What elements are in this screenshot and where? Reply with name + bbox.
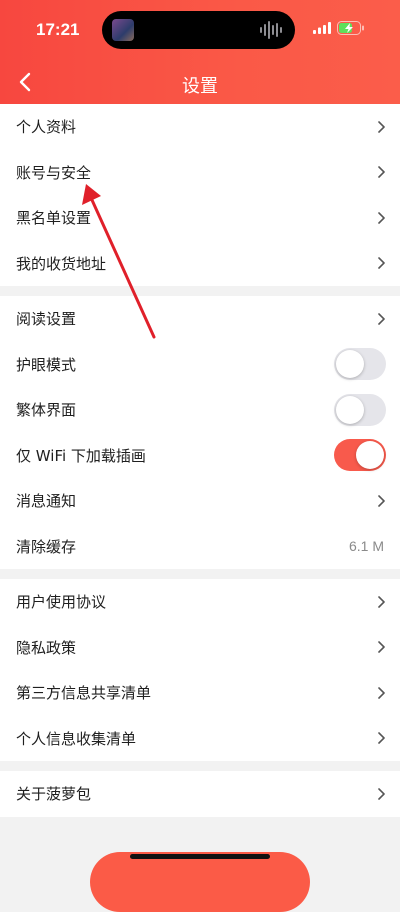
status-bar: 17:21 [0, 0, 400, 58]
chevron-right-icon [378, 595, 385, 608]
chevron-right-icon [378, 211, 385, 224]
waveform-icon [260, 21, 282, 39]
page-title: 设置 [182, 76, 218, 97]
settings-item-user-agreement[interactable]: 用户使用协议 [0, 579, 400, 625]
settings-item-label: 隐私政策 [16, 638, 77, 657]
settings-item-reading[interactable]: 阅读设置 [0, 296, 400, 342]
settings-group-account: 个人资料 账号与安全 黑名单设置 我的收货地址 [0, 104, 400, 286]
settings-item-account-security[interactable]: 账号与安全 [0, 150, 400, 196]
settings-item-label: 关于菠萝包 [16, 785, 92, 804]
settings-item-notifications[interactable]: 消息通知 [0, 478, 400, 524]
toggle-knob [336, 350, 364, 379]
battery-charging-icon [337, 21, 364, 35]
settings-item-label: 账号与安全 [16, 163, 92, 182]
settings-item-label: 繁体界面 [16, 401, 77, 420]
home-indicator [130, 854, 270, 859]
settings-item-label: 个人信息收集清单 [16, 729, 137, 748]
settings-item-clear-cache[interactable]: 清除缓存 6.1 M [0, 524, 400, 570]
settings-group-legal: 用户使用协议 隐私政策 第三方信息共享清单 个人信息收集清单 [0, 579, 400, 761]
cache-size-value: 6.1 M [348, 538, 384, 555]
settings-list: 个人资料 账号与安全 黑名单设置 我的收货地址 阅读设置 护眼模式 繁体界面 仅… [0, 104, 400, 827]
settings-item-label: 仅 WiFi 下加载插画 [16, 446, 146, 465]
settings-item-label: 阅读设置 [16, 310, 77, 329]
settings-item-eye-protection: 护眼模式 [0, 342, 400, 388]
settings-item-traditional-chinese: 繁体界面 [0, 387, 400, 433]
chevron-right-icon [378, 166, 385, 179]
settings-group-reading: 阅读设置 护眼模式 繁体界面 仅 WiFi 下加载插画 消息通知 清除缓存 6.… [0, 296, 400, 569]
chevron-right-icon [378, 120, 385, 133]
status-time: 17:21 [36, 20, 80, 39]
settings-item-profile[interactable]: 个人资料 [0, 104, 400, 150]
settings-item-personal-info-collection[interactable]: 个人信息收集清单 [0, 716, 400, 762]
dynamic-island[interactable] [102, 11, 295, 49]
chevron-right-icon [378, 312, 385, 325]
toggle-knob [356, 441, 384, 470]
header: 17:21 设置 [0, 0, 400, 104]
chevron-right-icon [378, 641, 385, 654]
settings-item-wifi-illustrations: 仅 WiFi 下加载插画 [0, 433, 400, 479]
settings-item-privacy-policy[interactable]: 隐私政策 [0, 625, 400, 671]
settings-item-label: 黑名单设置 [16, 209, 92, 228]
settings-item-label: 用户使用协议 [16, 593, 107, 612]
chevron-right-icon [378, 257, 385, 270]
eye-protection-toggle[interactable] [334, 348, 386, 381]
settings-item-label: 第三方信息共享清单 [16, 684, 152, 703]
chevron-right-icon [378, 787, 385, 800]
settings-item-about[interactable]: 关于菠萝包 [0, 771, 400, 817]
now-playing-thumbnail [112, 19, 134, 41]
signal-icon [313, 22, 331, 34]
traditional-chinese-toggle[interactable] [334, 393, 386, 426]
chevron-right-icon [378, 494, 385, 507]
logout-button[interactable] [90, 852, 310, 912]
settings-item-shipping-address[interactable]: 我的收货地址 [0, 241, 400, 287]
settings-item-label: 我的收货地址 [16, 254, 107, 273]
chevron-right-icon [378, 732, 385, 745]
settings-item-label: 清除缓存 [16, 537, 77, 556]
wifi-illustrations-toggle[interactable] [334, 439, 386, 472]
settings-item-blacklist[interactable]: 黑名单设置 [0, 195, 400, 241]
settings-item-label: 护眼模式 [16, 355, 77, 374]
settings-item-label: 消息通知 [16, 492, 77, 511]
chevron-right-icon [378, 686, 385, 699]
settings-item-third-party-sharing[interactable]: 第三方信息共享清单 [0, 670, 400, 716]
settings-group-about: 关于菠萝包 [0, 771, 400, 817]
settings-item-label: 个人资料 [16, 118, 77, 137]
navigation-bar: 设置 [0, 58, 400, 104]
toggle-knob [336, 395, 364, 424]
